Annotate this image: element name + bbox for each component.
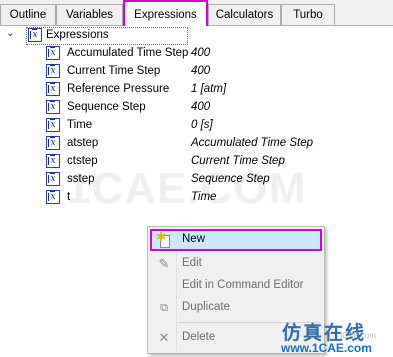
expression-icon: x [46,118,60,132]
menu-item-label: Edit in Command Editor [182,279,304,291]
expression-icon: x [46,172,60,186]
expression-value: Time [191,191,217,203]
tree-item[interactable]: x sstep Sequence Step [0,171,393,189]
tree-root-label: Expressions [46,29,109,41]
tab-bar: Outline Variables Expressions Calculator… [0,0,393,26]
expression-icon: x [46,82,60,96]
expression-icon: x [46,136,60,150]
expression-name: Reference Pressure [67,83,170,95]
expression-value: Accumulated Time Step [191,137,313,149]
brand-url: www.1CAE.com [281,341,372,355]
menu-item-duplicate[interactable]: ⧉ Duplicate [150,297,322,319]
tree-item[interactable]: x atstep Accumulated Time Step [0,135,393,153]
expression-value: 0 [s] [191,119,213,131]
brand-small-text: ICAE.com [340,331,377,340]
expression-folder-icon: x [28,28,42,42]
expression-icon: x [46,154,60,168]
expression-value: 1 [atm] [191,83,227,95]
menu-item-label: Duplicate [182,301,230,313]
expression-icon: x [46,64,60,78]
expression-value: 400 [191,101,211,113]
tab-variables[interactable]: Variables [56,4,123,25]
expression-value: Sequence Step [191,173,270,185]
expression-value: 400 [191,65,211,77]
expression-name: Current Time Step [67,65,161,77]
edit-brush-icon: ✎ [158,256,170,271]
expression-icon: x [46,46,60,60]
expression-name: Sequence Step [67,101,146,113]
tree-item[interactable]: x Time 0 [s] [0,117,393,135]
expression-name: atstep [67,137,99,149]
tab-turbo[interactable]: Turbo [281,4,335,25]
expression-value: Current Time Step [191,155,285,167]
chevron-down-icon[interactable]: ⌄ [6,29,16,39]
duplicate-icon: ⧉ [160,302,168,314]
expression-value: 400 [191,47,211,59]
tab-calculators[interactable]: Calculators [208,4,281,25]
tab-expressions[interactable]: Expressions [123,0,208,26]
expression-icon: x [46,190,60,204]
expression-icon: x [46,100,60,114]
menu-item-label: Edit [182,257,202,269]
expression-name: ctstep [67,155,98,167]
tab-outline[interactable]: Outline [0,4,56,25]
delete-x-icon: ✕ [158,330,170,345]
expression-name: Time [67,119,93,131]
new-item-icon: ✱ [156,231,174,250]
menu-item-edit[interactable]: ✎ Edit [150,253,322,275]
menu-item-new[interactable]: ✱ New [150,229,322,251]
menu-item-label: New [182,233,206,245]
tree-item[interactable]: x t Time [0,189,393,207]
tree-item[interactable]: x ctstep Current Time Step [0,153,393,171]
expression-name: Accumulated Time Step [67,47,189,59]
tree-item[interactable]: x Current Time Step 400 [0,63,393,81]
menu-item-edit-in-command-editor[interactable]: Edit in Command Editor [150,275,322,297]
expression-name: t [67,191,71,203]
tree-item[interactable]: x Reference Pressure 1 [atm] [0,81,393,99]
tree-item[interactable]: x Accumulated Time Step 400 [0,45,393,63]
tree-item[interactable]: x Sequence Step 400 [0,99,393,117]
menu-item-label: Delete [182,331,216,343]
expression-name: sstep [67,173,95,185]
